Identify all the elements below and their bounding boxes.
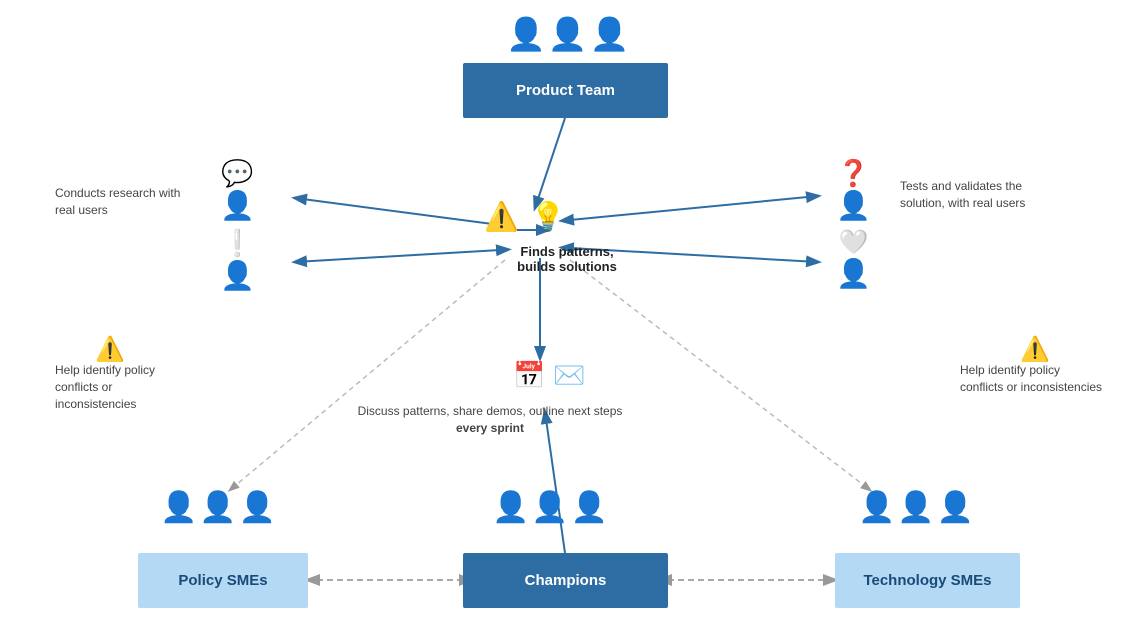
lightbulb-icon: 💡 [531, 200, 566, 233]
policy-smes-icon3: 👤 [239, 490, 276, 525]
annotation-left-top: Conducts research with real users [55, 185, 185, 219]
left-top-chat-icon: 💬 [220, 158, 255, 189]
annotation-right-top: Tests and validates the solution, with r… [900, 178, 1060, 212]
product-team-icon: 👤👤👤 [506, 18, 630, 50]
left-mid-exclaim-icon: ❕ [220, 228, 255, 259]
left-top-person-icon: 👤 [220, 189, 255, 222]
annotation-left-bottom: Help identify policy conflicts or incons… [55, 362, 195, 412]
technology-smes-label: Technology SMEs [863, 572, 991, 589]
product-team-box: Product Team [463, 63, 668, 118]
right-mid-person-icon: 👤 [836, 257, 871, 290]
warn-left-icon: ⚠️ [95, 335, 125, 364]
policy-smes-icon2: 👤 [199, 490, 236, 525]
product-team-label: Product Team [516, 82, 615, 99]
sprint-icons: 📅 ✉️ [513, 360, 586, 391]
technology-smes-box: Technology SMEs [835, 553, 1020, 608]
policy-smes-box: Policy SMEs [138, 553, 308, 608]
champions-label: Champions [525, 572, 607, 589]
sprint-text: Discuss patterns, share demos, outline n… [310, 403, 670, 437]
right-mid-heart-icon: 🤍 [836, 228, 871, 257]
diagram: Product Team 👤👤👤 ⚠️ 💡 Finds patterns, bu… [0, 0, 1142, 642]
left-mid-person-icon: 👤 [220, 259, 255, 292]
right-top-person-icon: 👤 [836, 189, 871, 222]
annotation-right-bottom: Help identify policy conflicts or incons… [960, 362, 1105, 396]
champions-icon3: 👤 [571, 490, 608, 525]
mail-icon: ✉️ [553, 360, 585, 391]
champions-icon: 👤 [492, 490, 529, 525]
tech-smes-icon: 👤 [858, 490, 895, 525]
calendar-icon: 📅 [513, 360, 545, 391]
champions-box: Champions [463, 553, 668, 608]
tech-smes-icon3: 👤 [937, 490, 974, 525]
warning-icon: ⚠️ [484, 200, 519, 233]
warn-right-icon: ⚠️ [1020, 335, 1050, 364]
policy-smes-label: Policy SMEs [178, 572, 267, 589]
center-node-label: Finds patterns, builds solutions [472, 244, 662, 274]
right-top-question-icon: ❓ [836, 158, 871, 189]
champions-icon2: 👤 [531, 490, 568, 525]
policy-smes-icon: 👤 [160, 490, 197, 525]
tech-smes-icon2: 👤 [897, 490, 934, 525]
